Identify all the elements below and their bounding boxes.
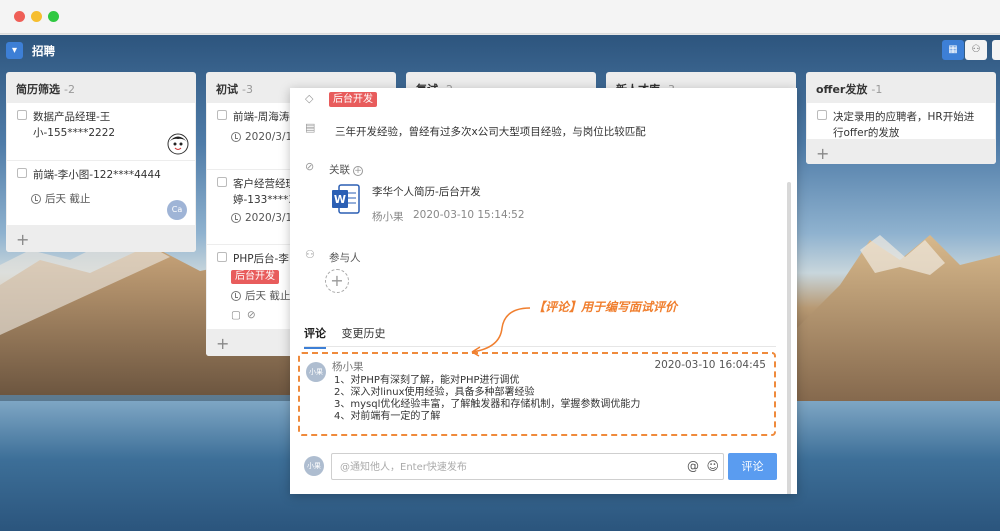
maximize-window-button[interactable]: [48, 11, 59, 22]
comment-time: 2020-03-10 16:04:45: [654, 359, 766, 371]
comment-highlight-box: 小果 杨小果 2020-03-10 16:04:45 1、对PHP有深刻了解，能…: [298, 352, 776, 436]
column-header: 简历筛选 -2: [6, 72, 196, 103]
tab-change-history[interactable]: 变更历史: [342, 325, 386, 347]
task-card[interactable]: 决定录用的应聘者，HR开始进行offer的发放: [807, 103, 995, 139]
window-titlebar: [0, 0, 1000, 34]
comment-line: 4、对前端有一定的了解: [334, 411, 441, 422]
attachment-name[interactable]: 李华个人简历-后台开发: [372, 184, 481, 199]
current-user-avatar: 小果: [304, 456, 324, 476]
people-icon: ⚇: [305, 248, 315, 261]
comment-body: 1、对PHP有深刻了解，能对PHP进行调优 2、深入对linux使用经验，具备多…: [334, 375, 640, 423]
more-view-button[interactable]: [992, 40, 1000, 60]
task-checkbox[interactable]: [17, 168, 27, 178]
comment-input[interactable]: [340, 458, 680, 476]
mention-icon[interactable]: @: [687, 459, 699, 473]
word-document-icon: W: [332, 184, 360, 214]
column-title: offer发放: [816, 83, 868, 96]
scrollbar[interactable]: [787, 182, 791, 494]
task-checkbox[interactable]: [217, 177, 227, 187]
comment-line: 2、深入对linux使用经验，具备多种部署经验: [334, 387, 535, 398]
kanban-column: 简历筛选 -2 数据产品经理-王小-155****2222 前端-李小图-122*…: [6, 72, 196, 252]
member-view-button[interactable]: ⚇: [965, 40, 987, 60]
related-section-label: 关联 +: [329, 164, 363, 176]
attachment-author: 杨小果: [372, 211, 404, 223]
commenter-avatar: 小果: [306, 362, 326, 382]
people-icon: ⚇: [971, 44, 981, 55]
card-tag: 后台开发: [231, 270, 279, 284]
card-title: 前端-李小图-122****4444: [33, 169, 161, 181]
column-count: -3: [242, 83, 253, 96]
add-card-button[interactable]: +: [6, 226, 196, 252]
minimize-window-button[interactable]: [31, 11, 42, 22]
task-detail-panel: ◇ 后台开发 ▤ 三年开发经验，曾经有过多次x公司大型项目经验，与岗位比较匹配 …: [290, 88, 797, 494]
add-related-icon[interactable]: +: [353, 166, 363, 176]
task-checkbox[interactable]: [217, 110, 227, 120]
clock-icon: [231, 290, 241, 301]
task-checkbox[interactable]: [17, 110, 27, 120]
svg-text:W: W: [334, 193, 346, 206]
task-checkbox[interactable]: [217, 252, 227, 262]
submit-comment-button[interactable]: 评论: [728, 453, 777, 480]
task-tag[interactable]: 后台开发: [329, 92, 377, 107]
commenter-name: 杨小果: [332, 361, 364, 373]
column-title: 初试: [216, 83, 238, 96]
column-count: -1: [871, 83, 883, 96]
clock-icon: [231, 213, 241, 223]
card-due: 后天 截止: [31, 191, 187, 206]
cartoon-avatar: [167, 133, 189, 155]
description-icon: ▤: [305, 121, 316, 134]
kanban-column: offer发放 -1 决定录用的应聘者，HR开始进行offer的发放 +: [806, 72, 996, 164]
clock-icon: [231, 132, 241, 142]
column-header: offer发放 -1: [806, 72, 996, 103]
board-icon: ▦: [948, 44, 958, 55]
column-title: 简历筛选: [16, 83, 60, 96]
comment-icon: ▢: [231, 309, 241, 321]
members-label: 参与人: [329, 252, 361, 264]
card-title: 决定录用的应聘者，HR开始进行offer的发放: [833, 111, 975, 139]
app-menu-button[interactable]: ▾: [6, 42, 23, 59]
clock-icon: [31, 193, 41, 204]
task-checkbox[interactable]: [817, 110, 827, 120]
emoji-icon[interactable]: ☺: [706, 459, 719, 473]
add-card-button[interactable]: +: [806, 140, 996, 164]
task-card[interactable]: 前端-李小图-122****4444 后天 截止 Ca: [7, 161, 195, 225]
close-window-button[interactable]: [14, 11, 25, 22]
user-avatar: Ca: [167, 200, 187, 220]
board-view-button[interactable]: ▦: [942, 40, 964, 60]
task-card[interactable]: 数据产品经理-王小-155****2222: [7, 103, 195, 160]
link-icon: ⊘: [305, 160, 315, 173]
column-count: -2: [64, 83, 75, 96]
attachment-time: 2020-03-10 15:14:52: [413, 209, 525, 221]
app-header: ▾ 招聘 ▦ ⚇: [0, 35, 1000, 65]
annotation-text: 【评论】用于编写面试评价: [533, 300, 678, 314]
tag-icon: ◇: [305, 92, 314, 105]
task-description[interactable]: 三年开发经验，曾经有过多次x公司大型项目经验，与岗位比较匹配: [335, 124, 646, 139]
chevron-down-icon: ▾: [11, 45, 18, 56]
comment-line: 3、mysql优化经验丰富，了解触发器和存储机制，掌握参数调优能力: [334, 399, 641, 410]
comment-input-wrapper: @ ☺: [331, 453, 724, 480]
link-icon: ⊘: [246, 309, 256, 321]
add-member-button[interactable]: +: [325, 269, 349, 293]
card-title: 数据产品经理-王小-155****2222: [33, 111, 116, 139]
comment-line: 1、对PHP有深刻了解，能对PHP进行调优: [334, 375, 520, 386]
app-title: 招聘: [32, 44, 55, 58]
